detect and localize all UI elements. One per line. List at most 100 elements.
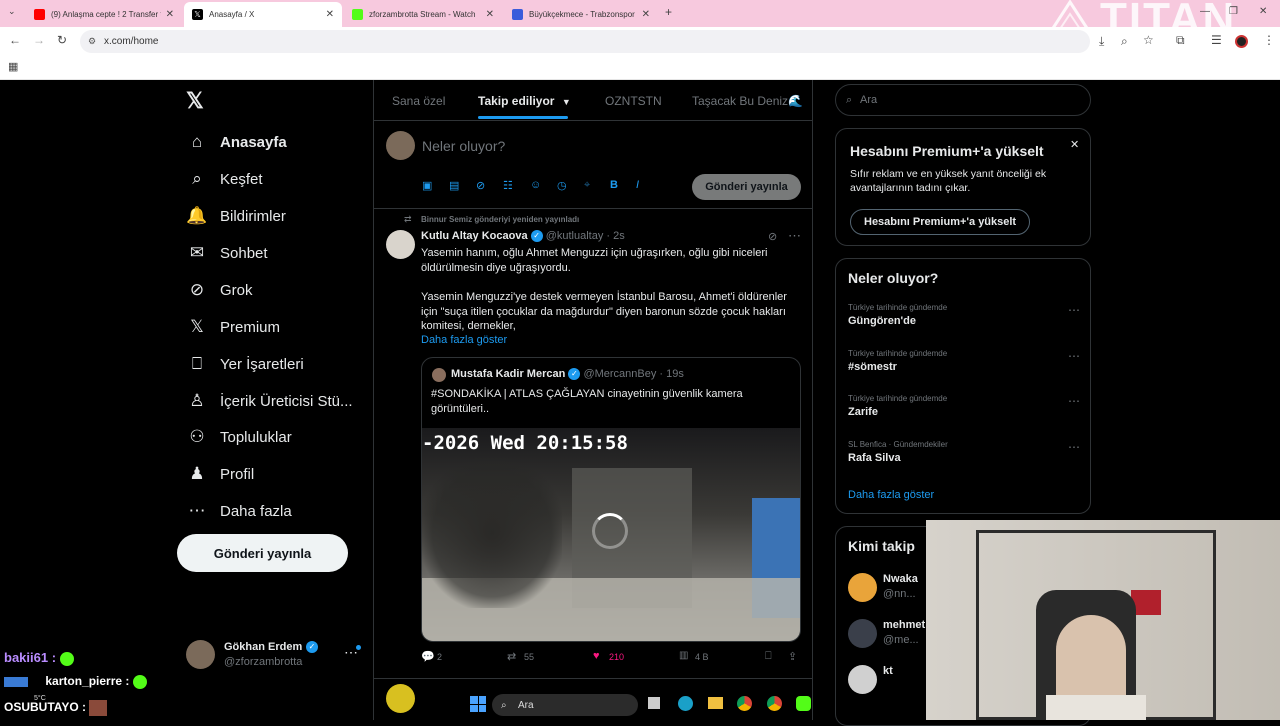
- account-name: Gökhan Erdem: [224, 641, 303, 653]
- chrome-profile-icon[interactable]: [767, 696, 782, 711]
- account-switcher[interactable]: Gökhan Erdem ✓ @zforzambrotta ⋯: [186, 640, 366, 672]
- post-button[interactable]: Gönderi yayınla: [177, 534, 348, 572]
- composer-post-button[interactable]: Gönderi yayınla: [692, 174, 801, 200]
- show-more-link[interactable]: Daha fazla göster: [421, 334, 507, 346]
- image-icon[interactable]: ▣: [422, 179, 432, 192]
- follow-name: Nwaka: [883, 573, 918, 585]
- emoji-icon[interactable]: ☺: [530, 179, 541, 191]
- poll-icon[interactable]: ☷: [503, 179, 513, 192]
- schedule-icon[interactable]: ◷: [557, 179, 567, 192]
- tab-list-icon[interactable]: ⌄: [8, 6, 16, 17]
- tweet-time[interactable]: 2s: [613, 230, 625, 242]
- close-tab-icon[interactable]: ✕: [166, 9, 174, 20]
- trend-item[interactable]: Türkiye tarihinde gündemde Zarife ⋯: [848, 394, 1080, 418]
- like-icon[interactable]: ♥: [593, 650, 600, 662]
- nav-item-profile[interactable]: ♟ Profil: [186, 459, 254, 489]
- nav-item-grok[interactable]: ⊘ Grok: [186, 275, 253, 305]
- task-view-icon[interactable]: [648, 697, 660, 709]
- search-input[interactable]: ⌕ Ara: [835, 84, 1091, 116]
- nav-item-bookmark[interactable]: ⎕ Yer İşaretleri: [186, 349, 304, 379]
- location-icon[interactable]: ⌖: [584, 179, 590, 192]
- follow-suggestion[interactable]: Nwaka @nn...: [848, 571, 928, 607]
- extensions-icon[interactable]: ⧉: [1176, 33, 1185, 48]
- verified-icon: ✓: [530, 230, 543, 243]
- forward-icon[interactable]: →: [33, 33, 45, 47]
- apps-icon[interactable]: ▦: [8, 60, 18, 73]
- app-icon[interactable]: [796, 696, 811, 711]
- tweet-more-icon[interactable]: ⋯: [788, 228, 801, 244]
- italic-icon[interactable]: I: [636, 179, 639, 191]
- nav-item-communities[interactable]: ⚇ Topluluklar: [186, 422, 292, 452]
- nav-item-search[interactable]: ⌕ Keşfet: [186, 164, 262, 194]
- browser-tab-4[interactable]: Büyükçekmece - Trabzonspor ✕: [504, 3, 658, 25]
- nav-item-more[interactable]: ⋯ Daha fazla: [186, 496, 292, 526]
- share-icon[interactable]: ⇪: [788, 650, 797, 663]
- composer-input[interactable]: Neler oluyor?: [422, 138, 505, 154]
- menu-icon[interactable]: ⋮: [1263, 33, 1275, 47]
- follow-suggestion[interactable]: mehmet @me...: [848, 617, 928, 653]
- file-explorer-icon[interactable]: [708, 697, 723, 709]
- chrome-icon[interactable]: [737, 696, 752, 711]
- trend-item[interactable]: SL Benfica · Gündemdekiler Rafa Silva ⋯: [848, 440, 1080, 464]
- grok-icon[interactable]: ⊘: [476, 179, 485, 192]
- gif-icon[interactable]: ▤: [449, 179, 459, 192]
- windows-start-icon[interactable]: [470, 696, 486, 712]
- nav-item-x[interactable]: 𝕏 Premium: [186, 312, 280, 342]
- video-player[interactable]: -2026 Wed 20:15:58: [422, 428, 800, 641]
- maximize-icon[interactable]: ❐: [1229, 6, 1238, 17]
- media-icon[interactable]: ☰: [1211, 33, 1222, 47]
- tweet-handle[interactable]: @kutlualtay: [546, 230, 604, 242]
- trend-more-icon[interactable]: ⋯: [1068, 303, 1080, 317]
- close-tab-icon[interactable]: ✕: [642, 9, 650, 20]
- tab-list-tasacak[interactable]: Taşacak Bu Deniz🌊: [692, 94, 803, 108]
- views-icon[interactable]: ▥: [679, 650, 688, 661]
- download-icon[interactable]: ⤓: [1099, 34, 1104, 49]
- browser-tab-1[interactable]: (9) Anlaşma cepte ! 2 Transfer t ✕: [26, 3, 182, 25]
- profile-icon: ♟: [189, 464, 205, 483]
- new-tab-icon[interactable]: +: [665, 5, 672, 19]
- nav-item-mail[interactable]: ✉ Sohbet: [186, 238, 268, 268]
- x-logo-icon[interactable]: 𝕏: [186, 88, 204, 114]
- video-trees: [422, 458, 562, 608]
- trend-item[interactable]: Türkiye tarihinde gündemde Güngören'de ⋯: [848, 303, 1080, 327]
- bookmark-icon[interactable]: ⎕: [765, 650, 772, 663]
- grok-explain-icon[interactable]: ⊘: [768, 230, 777, 243]
- quoted-tweet[interactable]: Mustafa Kadir Mercan ✓ @MercannBey · 19s…: [421, 357, 801, 642]
- tab-for-you[interactable]: Sana özel: [392, 94, 445, 108]
- trend-more-icon[interactable]: ⋯: [1068, 394, 1080, 408]
- taskbar-search[interactable]: ⌕ Ara: [492, 694, 638, 716]
- trend-more-icon[interactable]: ⋯: [1068, 440, 1080, 454]
- nav-item-home[interactable]: ⌂ Anasayfa: [186, 127, 287, 157]
- back-icon[interactable]: ←: [9, 33, 21, 47]
- url-input[interactable]: ⚙ x.com/home: [80, 30, 1090, 53]
- minimize-icon[interactable]: —: [1200, 6, 1210, 17]
- premium-button[interactable]: Hesabını Premium+'a yükselt: [850, 209, 1031, 235]
- trends-show-more[interactable]: Daha fazla göster: [848, 489, 934, 501]
- tweet[interactable]: ⇄ Binnur Semiz gönderiyi yeniden yayınla…: [374, 209, 812, 679]
- browser-tab-2[interactable]: 𝕏 Anasayfa / X ✕: [184, 2, 342, 27]
- close-tab-icon[interactable]: ✕: [486, 9, 494, 20]
- repost-icon[interactable]: ⇄: [507, 650, 516, 663]
- trend-item[interactable]: Türkiye tarihinde gündemde #sömestr ⋯: [848, 349, 1080, 373]
- close-tab-icon[interactable]: ✕: [326, 9, 334, 20]
- tweet-author[interactable]: Kutlu Altay Kocaova: [421, 230, 528, 242]
- tab-list-ozntstn[interactable]: OZNTSTN: [605, 94, 662, 108]
- profile-avatar-icon[interactable]: [1235, 35, 1248, 48]
- bookmark-icon: ⎕: [191, 354, 203, 373]
- trend-more-icon[interactable]: ⋯: [1068, 349, 1080, 363]
- reply-icon[interactable]: 💬: [421, 650, 435, 663]
- close-window-icon[interactable]: ✕: [1259, 6, 1267, 17]
- bold-icon[interactable]: B: [610, 179, 618, 191]
- nav-item-creator[interactable]: ♙ İçerik Üreticisi Stü...: [186, 386, 352, 416]
- bookmark-star-icon[interactable]: ☆: [1143, 33, 1154, 47]
- reload-icon[interactable]: ↻: [57, 33, 67, 47]
- nav-item-bell[interactable]: 🔔 Bildirimler: [186, 201, 285, 231]
- edge-icon[interactable]: [678, 696, 693, 711]
- tweet-avatar[interactable]: [386, 230, 415, 259]
- browser-tab-3[interactable]: zforzambrotta Stream - Watch ✕: [344, 3, 502, 25]
- zoom-icon[interactable]: ⌕: [1121, 34, 1128, 49]
- tab-following[interactable]: Takip ediliyor ▼: [478, 94, 571, 108]
- close-icon[interactable]: ✕: [1070, 138, 1079, 151]
- site-info-icon[interactable]: ⚙: [88, 36, 96, 47]
- nav-item-label: Topluluklar: [220, 428, 292, 446]
